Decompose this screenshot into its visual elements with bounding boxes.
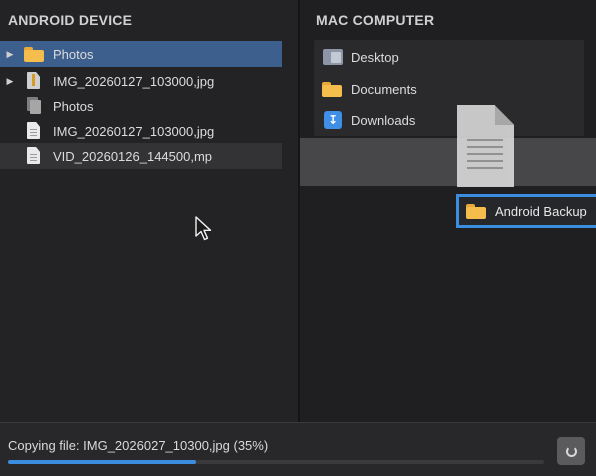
folder-icon	[466, 202, 488, 220]
mouse-pointer-icon	[195, 216, 212, 241]
photos-stack-icon	[24, 97, 46, 115]
tree-item-label: IMG_20260127_103000,jpg	[53, 73, 215, 89]
place-documents[interactable]: Documents	[322, 76, 572, 102]
place-label: Documents	[351, 81, 417, 97]
status-bar: Copying file: IMG_2026027_10300,jpg (35%…	[0, 422, 596, 476]
android-device-header: ANDROID DEVICE	[8, 12, 133, 28]
android-backup-label: Android Backup	[495, 203, 587, 219]
mac-computer-header: MAC COMPUTER	[316, 12, 435, 28]
tree-item-video-file[interactable]: VID_20260126_144500,mp	[0, 143, 282, 169]
places-list: Desktop Documents ↧ Downloads	[314, 40, 584, 136]
tree-item-label: VID_20260126_144500,mp	[53, 148, 213, 164]
downloads-icon: ↧	[322, 111, 344, 129]
tree-item-img-file[interactable]: IMG_20260127_103000,jpg	[0, 118, 282, 144]
disclosure-triangle-icon[interactable]: ▶	[4, 49, 16, 60]
document-icon	[24, 122, 46, 140]
document-icon	[24, 147, 46, 165]
tree-item-label: Photos	[53, 46, 94, 62]
tree-item-label: Photos	[53, 98, 94, 114]
tree-item-photos[interactable]: Photos	[0, 93, 282, 119]
tree-item-photos-folder[interactable]: ▶ Photos	[0, 41, 282, 67]
folder-icon	[322, 80, 344, 98]
progress-bar	[8, 460, 544, 464]
image-file-icon	[24, 72, 46, 90]
folder-icon	[24, 45, 46, 63]
tree-item-image-file[interactable]: ▶ IMG_20260127_103000,jpg	[0, 68, 282, 94]
dragged-document-icon	[457, 105, 514, 187]
android-device-pane: ANDROID DEVICE ▶ Photos ▶ IMG_20260127_1…	[0, 0, 298, 422]
place-downloads[interactable]: ↧ Downloads	[322, 107, 572, 133]
disclosure-triangle-icon[interactable]: ▶	[4, 76, 16, 87]
drop-highlight	[300, 138, 596, 186]
copy-status-text: Copying file: IMG_2026027_10300,jpg (35%…	[8, 438, 269, 453]
android-backup-folder[interactable]: Android Backup	[456, 194, 596, 228]
tree-item-label: IMG_20260127_103000,jpg	[53, 123, 215, 139]
place-desktop[interactable]: Desktop	[322, 44, 572, 70]
progress-bar-fill	[8, 460, 196, 464]
desktop-icon	[322, 48, 344, 66]
place-label: Downloads	[351, 112, 416, 128]
place-label: Desktop	[351, 49, 399, 65]
refresh-icon	[565, 445, 577, 457]
refresh-button[interactable]	[557, 437, 585, 465]
